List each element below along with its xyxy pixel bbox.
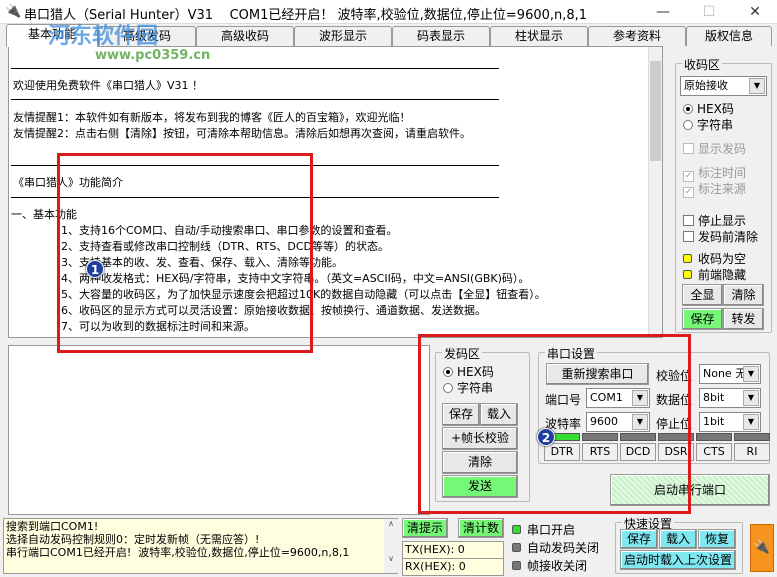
port-select[interactable]: COM1 ▼ — [586, 388, 650, 408]
watermark-logo: 河东软件园 — [48, 24, 159, 49]
ri-indicator — [734, 433, 770, 441]
receive-text-area[interactable]: 欢迎使用免费软件《串口猎人》V31 ！ 友情提醒1：本软件如有新版本，将发布到我… — [8, 46, 663, 338]
stopbits-label: 停止位 — [656, 417, 693, 431]
tab-bar-chart[interactable]: 柱状显示 — [490, 26, 588, 46]
tip-line: 友情提醒1：本软件如有新版本，将发布到我的博客《匠人的百宝箱》，欢迎光临！ — [13, 111, 411, 124]
dcd-indicator — [620, 433, 656, 441]
quick-settings-group: 快速设置 保存 载入 恢复 启动时载入上次设置 — [615, 515, 743, 574]
intro-heading: 《串口猎人》功能简介 — [13, 176, 123, 189]
forward-button[interactable]: 转发 — [723, 308, 764, 330]
save-receive-button[interactable]: 保存 — [682, 308, 723, 330]
tab-copyright[interactable]: 版权信息 — [686, 26, 772, 46]
start-serial-port-button[interactable]: 启动串行端口 — [610, 474, 770, 506]
receive-string-radio[interactable]: 字符串 — [683, 116, 733, 133]
dcd-label: DCD — [620, 443, 656, 461]
save-send-button[interactable]: 保存 — [442, 403, 480, 426]
send-string-radio[interactable]: 字符串 — [443, 379, 493, 396]
welcome-line: 欢迎使用免费软件《串口猎人》V31 ！ — [13, 79, 204, 92]
rx-counter: RX(HEX): 0 — [402, 558, 504, 576]
send-text-area[interactable] — [8, 345, 430, 515]
tx-counter: TX(HEX): 0 — [402, 541, 504, 559]
show-send-checkbox[interactable]: 显示发码 — [683, 140, 746, 157]
dtr-button[interactable]: DTR — [544, 443, 580, 461]
serial-legend: 串口设置 — [545, 345, 598, 362]
front-hidden-indicator: 前端隐藏 — [683, 266, 746, 283]
cts-indicator — [696, 433, 732, 441]
clear-send-button[interactable]: 清除 — [442, 451, 518, 474]
port-label: 端口号 — [545, 393, 582, 407]
plug-icon[interactable]: 🔌 — [750, 524, 774, 572]
show-all-button[interactable]: 全显 — [682, 284, 723, 306]
maximize-button[interactable]: ☐ — [694, 2, 724, 22]
receive-empty-indicator: 收码为空 — [683, 250, 746, 267]
send-button[interactable]: 发送 — [442, 475, 518, 498]
tab-waveform[interactable]: 波形显示 — [294, 26, 392, 46]
chevron-down-icon: ▼ — [632, 390, 648, 406]
databits-label: 数据位 — [656, 393, 693, 407]
rts-button[interactable]: RTS — [582, 443, 618, 461]
tab-code-table[interactable]: 码表显示 — [392, 26, 490, 46]
section-heading: 一、基本功能 — [11, 208, 77, 221]
chevron-down-icon: ▼ — [749, 78, 765, 94]
feature-item: 4、两种收发格式：HEX码/字符串，支持中文字符串。（英文=ASCII码，中文=… — [61, 272, 530, 285]
clear-tips-button[interactable]: 清提示 — [402, 518, 448, 538]
parity-select[interactable]: None 无 ▼ — [699, 364, 761, 384]
receive-hex-radio[interactable]: HEX码 — [683, 100, 734, 117]
stop-display-checkbox[interactable]: 停止显示 — [683, 212, 746, 229]
frame-receive-indicator: 帧接收关闭 — [512, 557, 587, 574]
load-last-settings-button[interactable]: 启动时载入上次设置 — [620, 550, 736, 570]
feature-item: 5、大容量的收码区，为了加快显示速度会把超过10K的数据自动隐藏（可以点击【全显… — [61, 288, 546, 301]
clear-receive-button[interactable]: 清除 — [723, 284, 764, 306]
dsr-indicator — [658, 433, 694, 441]
dsr-label: DSR — [658, 443, 694, 461]
send-group: 发码区 HEX码 字符串 保存 载入 +帧长校验 清除 发送 — [435, 345, 530, 502]
chevron-down-icon: ▼ — [743, 390, 759, 406]
rescan-ports-button[interactable]: 重新搜索串口 — [546, 363, 649, 385]
quick-restore-button[interactable]: 恢复 — [698, 529, 736, 549]
quick-save-button[interactable]: 保存 — [620, 529, 658, 549]
status-log: 搜索到端口COM1! 选择自动发码控制规则0：定时发新帧（无需应答）! 串行端口… — [3, 518, 398, 574]
stopbits-select[interactable]: 1bit ▼ — [699, 412, 761, 432]
chevron-down-icon: ▼ — [743, 414, 759, 430]
tab-reference[interactable]: 参考资料 — [588, 26, 686, 46]
quick-load-button[interactable]: 载入 — [659, 529, 697, 549]
baud-select[interactable]: 9600 ▼ — [586, 412, 650, 432]
cts-label: CTS — [696, 443, 732, 461]
minimize-button[interactable]: — — [648, 2, 678, 22]
ri-label: RI — [734, 443, 770, 461]
clear-before-send-checkbox[interactable]: 发码前清除 — [683, 228, 758, 245]
clear-count-button[interactable]: 清计数 — [458, 518, 504, 538]
rts-indicator — [582, 433, 618, 441]
send-hex-radio[interactable]: HEX码 — [443, 363, 494, 380]
parity-label: 校验位 — [656, 369, 693, 383]
feature-item: 2、支持查看或修改串口控制线（DTR、RTS、DCD等等）的状态。 — [61, 240, 389, 253]
status-scrollbar[interactable]: ∧ ∨ — [384, 519, 398, 573]
close-button[interactable]: ✕ — [740, 2, 770, 22]
port-open-indicator: 串口开启 — [512, 521, 575, 538]
tip-line: 友情提醒2：点击右侧【清除】按钮，可清除本帮助信息。清除后如想再次查阅，请重启软… — [13, 127, 471, 140]
receive-group: 收码区 原始接收 ▼ HEX码 字符串 显示发码 ✓ 标注时间 ✓ 标注来源 停止显示… — [675, 56, 772, 333]
load-send-button[interactable]: 载入 — [480, 403, 518, 426]
frame-length-check-button[interactable]: +帧长校验 — [442, 427, 518, 450]
feature-item: 7、可以为收到的数据标注时间和来源。 — [61, 320, 255, 333]
chevron-down-icon: ▼ — [743, 366, 759, 382]
app-icon: 🔌 — [5, 4, 22, 19]
badge-2: 2 — [537, 428, 555, 446]
auto-send-indicator: 自动发码关闭 — [512, 539, 599, 556]
feature-item: 1、支持16个COM口、自动/手动搜索串口、串口参数的设置和查看。 — [61, 224, 398, 237]
badge-1: 1 — [86, 260, 104, 278]
tab-advanced-receive[interactable]: 高级收码 — [196, 26, 294, 46]
receive-legend: 收码区 — [682, 56, 723, 73]
vertical-scrollbar[interactable] — [648, 47, 662, 337]
send-legend: 发码区 — [442, 345, 483, 362]
watermark-url: www.pc0359.cn — [95, 48, 211, 63]
feature-item: 6、收码区的显示方式可以灵活设置：原始接收数据、按帧换行、通道数据、发送数据。 — [61, 304, 486, 317]
scroll-thumb[interactable] — [650, 61, 661, 161]
chevron-down-icon: ▼ — [632, 414, 648, 430]
databits-select[interactable]: 8bit ▼ — [699, 388, 761, 408]
receive-mode-select[interactable]: 原始接收 ▼ — [680, 76, 767, 96]
mark-source-checkbox[interactable]: ✓ 标注来源 — [683, 180, 746, 198]
